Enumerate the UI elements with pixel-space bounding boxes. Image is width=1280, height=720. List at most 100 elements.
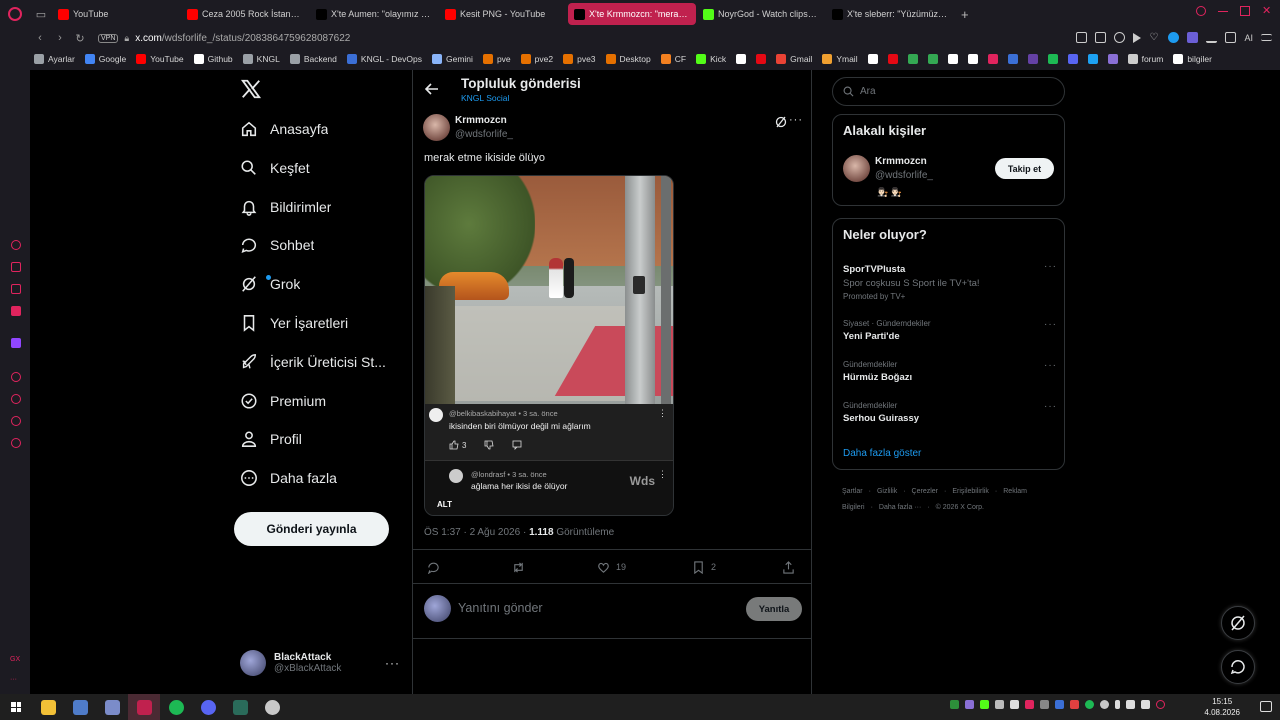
bookmark-item[interactable]: Gemini	[432, 54, 473, 64]
like-button[interactable]: 19	[597, 561, 626, 574]
show-more-link[interactable]: Daha fazla göster	[843, 448, 921, 459]
tray-app-1-icon[interactable]	[950, 700, 959, 709]
bookmark-favicon-icon[interactable]	[967, 54, 978, 64]
taskbar-app[interactable]	[96, 694, 128, 720]
bookmark-item[interactable]: pve	[482, 54, 511, 64]
shield-icon[interactable]	[1114, 32, 1126, 43]
bookmark-item[interactable]: CF	[660, 54, 686, 64]
nav-item-profil[interactable]: Profil	[240, 424, 410, 454]
bookmark-favicon-icon[interactable]	[947, 54, 958, 64]
author-avatar[interactable]	[423, 114, 450, 141]
vpn-ext-icon[interactable]	[1168, 32, 1180, 43]
account-more-icon[interactable]: ···	[385, 656, 400, 670]
close-window-icon[interactable]: ✕	[1262, 6, 1272, 17]
sidebar-twitch-icon[interactable]	[11, 338, 21, 348]
taskbar-clock[interactable]: 15:15 4.08.2026	[1204, 696, 1240, 718]
trend-item[interactable]: SporTVPlusta Spor coşkusu S Sport ile TV+…	[843, 261, 1057, 301]
bookmark-item[interactable]: Google	[84, 54, 126, 64]
browser-tab[interactable]: Kesit PNG - YouTube	[439, 3, 567, 25]
maximize-icon[interactable]	[1240, 6, 1250, 16]
nav-item-i-çerik-üreticisi-st[interactable]: İçerik Üreticisi St...	[240, 347, 410, 377]
messages-fab[interactable]	[1221, 650, 1255, 684]
tray-app-8-icon[interactable]	[1055, 700, 1064, 709]
post-more-icon[interactable]: ···	[789, 114, 803, 126]
opera-logo-icon[interactable]	[0, 0, 30, 28]
tab-search-icon[interactable]: ▭	[30, 0, 52, 28]
browser-tab[interactable]: X'te sleberr: "Yüzümüzü kı	[826, 3, 954, 25]
footer-link[interactable]: Çerezler	[912, 488, 938, 495]
sidebar-more-icon[interactable]: ···	[10, 676, 17, 683]
trend-more-icon[interactable]: ···	[1044, 360, 1057, 371]
footer-link[interactable]: Şartlar	[842, 488, 863, 495]
bookmark-item[interactable]: Gmail	[776, 54, 812, 64]
sidebar-settings-icon[interactable]	[11, 438, 21, 448]
stats-ext-icon[interactable]	[1187, 32, 1199, 43]
search-input[interactable]: Ara	[832, 77, 1065, 106]
related-avatar[interactable]	[843, 155, 870, 182]
bookmark-favicon-icon[interactable]	[1087, 54, 1098, 64]
taskbar-app[interactable]	[32, 694, 64, 720]
community-link[interactable]: KNGL Social	[461, 93, 509, 103]
repost-button[interactable]	[512, 561, 531, 574]
browser-tab[interactable]: X'te Krmmozcn: "merak et	[568, 3, 696, 25]
sidebar-player-icon[interactable]	[11, 372, 21, 382]
nav-item-anasayfa[interactable]: Anasayfa	[240, 114, 410, 144]
bookmark-favicon-icon[interactable]	[736, 54, 747, 64]
tray-app-7-icon[interactable]	[1040, 700, 1049, 709]
taskbar-app[interactable]	[160, 694, 192, 720]
bookmark-item[interactable]: bilgiler	[1173, 54, 1212, 64]
sidebar-extension-icon[interactable]	[11, 262, 21, 272]
trend-more-icon[interactable]: ···	[1044, 401, 1057, 412]
taskbar-app[interactable]	[128, 694, 160, 720]
browser-tab[interactable]: NoyrGod - Watch clips on	[697, 3, 825, 25]
reply-input[interactable]: Yanıtını gönder	[458, 601, 543, 615]
taskbar-app[interactable]	[224, 694, 256, 720]
trend-more-icon[interactable]: ···	[1044, 319, 1057, 330]
nav-item-grok[interactable]: Grok	[240, 269, 410, 299]
bookmark-favicon-icon[interactable]	[907, 54, 918, 64]
sidebar-mail-icon[interactable]	[11, 306, 21, 316]
tray-battery-icon[interactable]	[1156, 700, 1165, 709]
vpn-badge[interactable]: VPN	[98, 33, 119, 43]
bookmark-favicon-icon[interactable]	[987, 54, 998, 64]
sidebar-chat-icon[interactable]	[11, 416, 21, 426]
bookmark-item[interactable]: Ayarlar	[34, 54, 75, 64]
bookmark-favicon-icon[interactable]	[927, 54, 938, 64]
tray-app-5-icon[interactable]	[1010, 700, 1019, 709]
back-arrow-icon[interactable]	[425, 82, 439, 96]
account-switcher[interactable]: BlackAttack @xBlackAttack ···	[240, 648, 400, 678]
bookmark-item[interactable]: pve2	[520, 54, 553, 64]
tray-app-4-icon[interactable]	[995, 700, 1004, 709]
trend-item[interactable]: Siyaset · Gündemdekiler Yeni Parti'de ···	[843, 319, 1057, 342]
post-time[interactable]: ÖS 1:37 · 2 Ağu 2026 ·	[424, 527, 529, 538]
bookmark-favicon-icon[interactable]	[867, 54, 878, 64]
nav-item-sohbet[interactable]: Sohbet	[240, 230, 410, 260]
reply-submit-button[interactable]: Yanıtla	[746, 597, 802, 621]
search-tabs-icon[interactable]	[1196, 6, 1206, 16]
tray-app-6-icon[interactable]	[1025, 700, 1034, 709]
bookmark-item[interactable]: Kick	[696, 54, 726, 64]
download-icon[interactable]	[1206, 32, 1218, 43]
bookmark-favicon-icon[interactable]	[1107, 54, 1118, 64]
bookmark-item[interactable]: YouTube	[136, 54, 184, 64]
url-field[interactable]: x.com/wdsforlife_/status/208386475962808…	[135, 33, 350, 44]
post-media-image[interactable]: @belkibaskabihayat • 3 sa. önce ikisinde…	[424, 175, 674, 516]
footer-link[interactable]: Erişilebilirlik	[952, 488, 989, 495]
minimize-icon[interactable]	[1218, 6, 1228, 12]
bookmark-item[interactable]: Backend	[289, 54, 337, 64]
footer-link[interactable]: © 2026 X Corp.	[936, 504, 984, 511]
taskbar-app[interactable]	[192, 694, 224, 720]
bookmark-favicon-icon[interactable]	[1007, 54, 1018, 64]
snapshot-icon[interactable]	[1076, 32, 1088, 43]
trend-item[interactable]: Gündemdekiler Hürmüz Boğazı ···	[843, 360, 1057, 383]
alt-text-badge[interactable]: ALT	[437, 500, 452, 509]
bookmark-item[interactable]: Ymail	[822, 54, 858, 64]
footer-link[interactable]: Daha fazla ···	[879, 504, 921, 511]
back-icon[interactable]: ‹	[30, 32, 50, 44]
x-logo-icon[interactable]	[240, 78, 262, 100]
new-tab-button[interactable]: +	[955, 7, 975, 22]
bookmark-item[interactable]: pve3	[563, 54, 596, 64]
forward-icon[interactable]: ›	[50, 32, 70, 44]
tray-app-10-icon[interactable]	[1085, 700, 1094, 709]
bookmark-favicon-icon[interactable]	[1047, 54, 1058, 64]
